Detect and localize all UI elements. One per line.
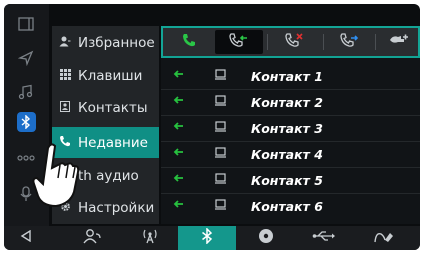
usb-icon — [312, 230, 336, 246]
incoming-call-icon — [229, 33, 249, 51]
recent-call-row[interactable]: Контакт 1 — [161, 64, 420, 90]
back-icon — [20, 229, 32, 246]
incoming-arrow-icon — [173, 148, 183, 159]
tab-divider — [375, 34, 376, 50]
navigation-icon[interactable] — [10, 44, 42, 72]
menu-item-keypad[interactable]: Клавиши — [52, 61, 159, 90]
recent-calls-panel: Контакт 1 Контакт 2 Контакт 3 Контакт 4 Конт… — [161, 26, 420, 224]
menu-item-label: th аудио — [78, 167, 139, 184]
contact-name: Контакт 6 — [251, 199, 323, 214]
outgoing-calls-tab[interactable] — [329, 30, 371, 54]
menu-item-label: Избранное — [78, 34, 155, 51]
contacts-book-icon — [52, 100, 78, 115]
source-bar — [4, 226, 420, 250]
tab-divider — [323, 34, 324, 50]
menu-item-label: Контакты — [78, 99, 148, 116]
incoming-arrow-icon — [173, 122, 183, 133]
recent-call-row[interactable]: Контакт 6 — [161, 194, 420, 220]
aux-button[interactable] — [362, 226, 406, 250]
tab-divider — [267, 34, 268, 50]
device-icon — [215, 199, 226, 213]
call-forward-icon — [389, 33, 409, 51]
bluetooth-tab[interactable] — [10, 108, 42, 136]
keypad-icon — [52, 68, 78, 83]
panel-icon[interactable] — [10, 10, 42, 38]
radio-button[interactable] — [128, 226, 172, 250]
incoming-calls-tab[interactable] — [215, 30, 263, 54]
aux-icon — [373, 228, 395, 248]
contact-name: Контакт 2 — [251, 95, 323, 110]
contact-name: Контакт 5 — [251, 173, 323, 188]
menu-item-label: Клавиши — [78, 67, 143, 84]
person-call-icon — [82, 228, 102, 248]
menu-item-label: Настройки — [78, 199, 155, 216]
app-screen: Избранное Клавиши Контакты Недавние th а… — [4, 4, 420, 250]
contact-name: Контакт 1 — [251, 69, 323, 84]
incoming-arrow-icon — [173, 96, 183, 107]
device-icon — [215, 121, 226, 135]
device-icon — [215, 69, 226, 83]
forwarded-calls-tab[interactable] — [381, 30, 417, 54]
menu-item-label: Недавние — [78, 134, 148, 151]
disc-icon — [258, 228, 274, 248]
bluetooth-icon — [201, 227, 213, 248]
recent-call-row[interactable]: Контакт 4 — [161, 142, 420, 168]
pointing-hand-icon — [32, 143, 80, 208]
missed-call-icon — [285, 33, 305, 51]
tab-underline — [161, 56, 420, 58]
incoming-arrow-icon — [173, 200, 183, 211]
recent-call-row[interactable]: Контакт 2 — [161, 90, 420, 116]
recent-call-row[interactable]: Контакт 3 — [161, 116, 420, 142]
all-calls-tab[interactable] — [169, 30, 209, 54]
back-button[interactable] — [10, 226, 42, 250]
device-icon — [215, 95, 226, 109]
contact-name: Контакт 3 — [251, 121, 323, 136]
person-icon — [52, 36, 78, 50]
phone-person-button[interactable] — [70, 226, 114, 250]
disc-button[interactable] — [244, 226, 288, 250]
device-icon — [215, 173, 226, 187]
contact-name: Контакт 4 — [251, 147, 323, 162]
outgoing-call-icon — [340, 33, 360, 51]
incoming-arrow-icon — [173, 174, 183, 185]
missed-calls-tab[interactable] — [273, 30, 317, 54]
antenna-icon — [140, 228, 160, 248]
recent-call-row[interactable]: Контакт 5 — [161, 168, 420, 194]
bluetooth-icon — [16, 112, 36, 132]
bluetooth-source-button[interactable] — [178, 226, 236, 250]
call-filter-tabs — [161, 26, 420, 56]
usb-button[interactable] — [300, 226, 348, 250]
incoming-arrow-icon — [173, 70, 183, 81]
menu-item-contacts[interactable]: Контакты — [52, 93, 159, 122]
device-icon — [215, 147, 226, 161]
phone-icon — [182, 33, 196, 51]
music-icon[interactable] — [10, 78, 42, 106]
menu-item-favorites[interactable]: Избранное — [52, 28, 159, 57]
